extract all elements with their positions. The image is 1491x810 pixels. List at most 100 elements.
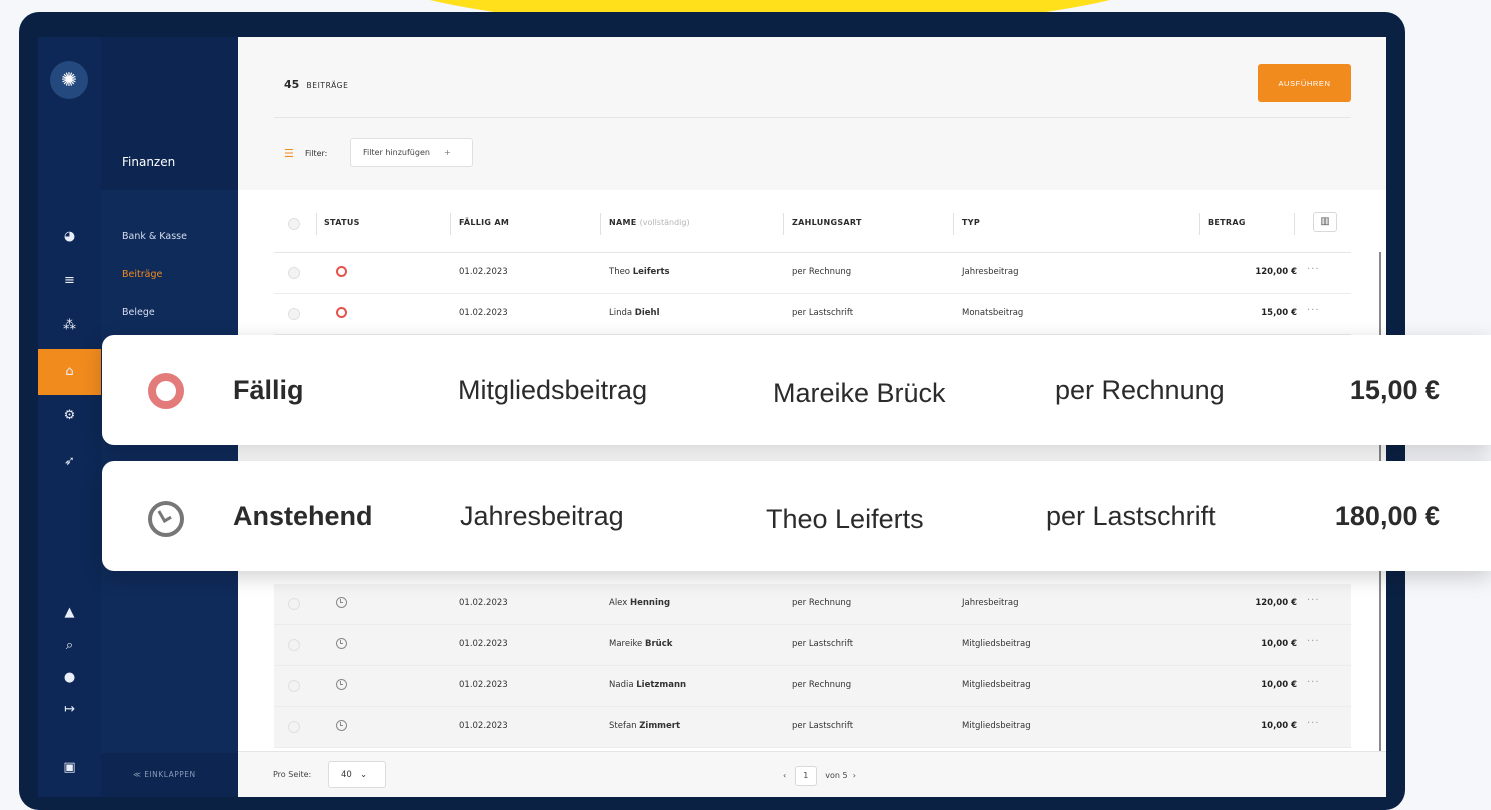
collapse-button[interactable]: ≪ EINKLAPPEN [101, 753, 238, 797]
clock-icon [148, 501, 184, 537]
due-date: 01.02.2023 [459, 639, 508, 649]
payment-method: per Lastschrift [792, 721, 854, 731]
more-icon[interactable]: ··· [1307, 718, 1320, 729]
column-separator [953, 213, 954, 235]
card-type: Jahresbeitrag [460, 501, 624, 531]
amount: 120,00 € [1255, 267, 1297, 277]
row-checkbox[interactable] [288, 598, 300, 610]
status-due-icon [148, 373, 184, 409]
first-name: Theo [609, 267, 631, 277]
bell-icon[interactable]: ▲ [38, 602, 101, 624]
structure-icon[interactable]: ⁂ [38, 315, 101, 337]
add-filter-label: Filter hinzufügen [363, 148, 430, 157]
column-name-label: NAME [609, 218, 637, 227]
pagination: ‹ 1 von 5 › [783, 766, 856, 786]
next-page-icon[interactable]: › [853, 771, 856, 780]
table-row[interactable]: 01.02.2023 Theo Leiferts per Rechnung Ja… [274, 253, 1351, 294]
row-checkbox[interactable] [288, 680, 300, 692]
member-name: Alex Henning [609, 598, 670, 608]
chat-icon[interactable]: ▣ [38, 757, 101, 779]
more-icon[interactable]: ··· [1307, 636, 1320, 647]
card-type: Mitgliedsbeitrag [458, 375, 648, 405]
table-row[interactable]: 01.02.2023 Linda Diehl per Lastschrift M… [274, 294, 1351, 335]
divider [274, 117, 1351, 118]
column-type[interactable]: TYP [962, 218, 980, 227]
card-status: Fällig [233, 375, 304, 405]
member-name: Nadia Lietzmann [609, 680, 686, 690]
select-all-checkbox[interactable] [288, 218, 300, 230]
gear-icon[interactable]: ⚙ [38, 405, 101, 427]
page-total: von 5 [825, 771, 848, 780]
column-due[interactable]: FÄLLIG AM [459, 218, 509, 227]
subnav-item-beitraege[interactable]: Beiträge [122, 269, 162, 280]
member-name: Linda Diehl [609, 308, 660, 318]
prev-page-icon[interactable]: ‹ [783, 771, 786, 780]
member-name: Mareike Brück [609, 639, 672, 649]
status-pending-icon [336, 597, 347, 608]
card-amount: 15,00 € [1349, 375, 1440, 405]
fee-type: Mitgliedsbeitrag [962, 680, 1031, 690]
subnav-item-bank[interactable]: Bank & Kasse [122, 231, 187, 242]
list-icon[interactable]: ≡ [38, 270, 101, 292]
highlight-card-pending: Anstehend Jahresbeitrag Theo Leiferts pe… [102, 461, 1491, 571]
row-checkbox[interactable] [288, 721, 300, 733]
status-due-icon [336, 266, 347, 277]
column-payment[interactable]: ZAHLUNGSART [792, 218, 862, 227]
table-row[interactable]: 01.02.2023 Alex Henning per Rechnung Jah… [274, 584, 1351, 625]
column-separator [1294, 213, 1295, 235]
amount: 120,00 € [1255, 598, 1297, 608]
payment-method: per Lastschrift [792, 639, 854, 649]
columns-icon[interactable]: ▥ [1313, 212, 1337, 232]
run-button[interactable]: AUSFÜHREN [1258, 64, 1351, 102]
status-due-icon [336, 307, 347, 318]
row-checkbox[interactable] [288, 639, 300, 651]
payment-method: per Rechnung [792, 267, 852, 277]
member-name: Stefan Zimmert [609, 721, 680, 731]
logo-icon[interactable]: ✺ [50, 61, 88, 99]
logout-icon[interactable]: ↦ [38, 699, 101, 721]
payment-method: per Rechnung [792, 598, 852, 608]
subnav-item-belege[interactable]: Belege [122, 307, 155, 318]
more-icon[interactable]: ··· [1307, 677, 1320, 688]
column-separator [316, 213, 317, 235]
payment-method: per Lastschrift [792, 308, 854, 318]
last-name: Zimmert [639, 721, 681, 731]
row-checkbox[interactable] [288, 267, 300, 279]
filter-icon: ☰ [284, 147, 294, 160]
fee-type: Jahresbeitrag [962, 598, 1019, 608]
search-icon[interactable]: ⌕ [38, 635, 101, 657]
per-page-select[interactable]: 40 ⌄ [328, 761, 386, 788]
table-row[interactable]: 01.02.2023 Stefan Zimmert per Lastschrif… [274, 707, 1351, 748]
info-icon[interactable]: ● [38, 667, 101, 689]
fee-type: Mitgliedsbeitrag [962, 721, 1031, 731]
column-amount[interactable]: BETRAG [1208, 218, 1246, 227]
table-row[interactable]: 01.02.2023 Nadia Lietzmann per Rechnung … [274, 666, 1351, 707]
fee-type: Monatsbeitrag [962, 308, 1024, 318]
last-name: Lietzmann [636, 680, 687, 690]
column-separator [600, 213, 601, 235]
page-input[interactable]: 1 [794, 766, 817, 786]
more-icon[interactable]: ··· [1307, 305, 1320, 316]
dashboard-icon[interactable]: ◕ [38, 226, 101, 248]
column-status[interactable]: STATUS [324, 218, 360, 227]
main-header: 45 BEITRÄGE AUSFÜHREN ☰ Filter: Filter h… [238, 37, 1386, 190]
column-separator [783, 213, 784, 235]
table-row[interactable]: 01.02.2023 Mareike Brück per Lastschrift… [274, 625, 1351, 666]
more-icon[interactable]: ··· [1307, 264, 1320, 275]
record-count-label: BEITRÄGE [306, 81, 349, 90]
fee-type: Mitgliedsbeitrag [962, 639, 1031, 649]
last-name: Diehl [634, 308, 660, 318]
table-header: STATUS FÄLLIG AM NAME (vollständig) ZAHL… [274, 207, 1351, 253]
more-icon[interactable]: ··· [1307, 595, 1320, 606]
bank-icon[interactable]: ⌂ [38, 349, 101, 395]
row-checkbox[interactable] [288, 308, 300, 320]
add-filter-button[interactable]: Filter hinzufügen + [350, 138, 473, 167]
card-status: Anstehend [233, 501, 373, 531]
megaphone-icon[interactable]: ➶ [38, 451, 101, 473]
card-name: Theo Leiferts [766, 504, 924, 534]
column-name[interactable]: NAME (vollständig) [609, 218, 690, 227]
payment-method: per Rechnung [792, 680, 852, 690]
member-name: Theo Leiferts [609, 267, 670, 277]
filter-label: Filter: [305, 149, 328, 158]
amount: 10,00 € [1261, 639, 1297, 649]
